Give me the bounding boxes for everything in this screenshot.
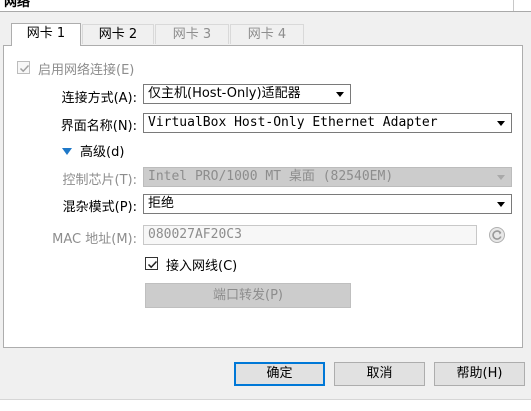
attached-to-label: 连接方式(A): (61, 91, 137, 106)
cancel-button[interactable]: 取消 (334, 362, 425, 386)
tab-label: 网卡 3 (172, 27, 212, 42)
port-forwarding-label: 端口转发(P) (213, 288, 283, 303)
dialog-bottom-strip (0, 399, 531, 411)
advanced-toggle-icon[interactable] (62, 145, 72, 155)
mac-address-value: 080027AF20C3 (148, 227, 242, 242)
refresh-mac-button[interactable] (488, 226, 506, 244)
adapter-chip-value: Intel PRO/1000 MT 桌面 (82540EM) (148, 169, 394, 184)
triangle-down-icon (62, 148, 72, 155)
checkmark-icon (147, 260, 158, 269)
cable-connected-label: 接入网线(C) (166, 259, 238, 274)
attached-to-value: 仅主机(Host-Only)适配器 (148, 86, 301, 101)
dialog-header-title: 网络 (4, 0, 31, 10)
promiscuous-mode-select[interactable]: 拒绝 (143, 194, 512, 214)
adapter-name-value: VirtualBox Host-Only Ethernet Adapter (148, 115, 438, 130)
adapter-name-label: 界面名称(N): (60, 119, 137, 134)
enable-adapter-label: 启用网络连接(E) (38, 63, 135, 78)
tab-adapter-3[interactable]: 网卡 3 (155, 24, 229, 44)
cable-connected-checkbox[interactable] (145, 257, 158, 270)
promiscuous-mode-value: 拒绝 (148, 196, 175, 211)
mac-address-field[interactable]: 080027AF20C3 (143, 225, 477, 245)
help-button[interactable]: 帮助(H) (434, 362, 525, 386)
tab-label: 网卡 1 (26, 26, 66, 41)
chevron-down-icon (497, 121, 505, 126)
port-forwarding-button[interactable]: 端口转发(P) (145, 283, 351, 308)
attached-to-select[interactable]: 仅主机(Host-Only)适配器 (143, 84, 351, 104)
tab-label: 网卡 4 (247, 27, 287, 42)
checkmark-icon (19, 64, 30, 73)
chevron-down-icon (497, 202, 505, 207)
enable-adapter-checkbox[interactable] (17, 61, 30, 74)
ok-button[interactable]: 确定 (234, 362, 325, 386)
chevron-down-icon (336, 92, 344, 97)
chevron-down-icon (497, 175, 505, 180)
ok-button-label: 确定 (266, 366, 293, 381)
help-button-label: 帮助(H) (456, 366, 503, 381)
dialog-header-strip: 网络 (0, 0, 531, 12)
refresh-icon (489, 227, 505, 243)
header-divider (513, 0, 514, 11)
tab-adapter-2[interactable]: 网卡 2 (82, 24, 154, 44)
mac-address-label: MAC 地址(M): (52, 232, 137, 247)
cancel-button-label: 取消 (366, 366, 393, 381)
tab-adapter-4[interactable]: 网卡 4 (230, 24, 304, 44)
adapter-chip-label: 控制芯片(T): (62, 173, 137, 188)
adapter-name-select[interactable]: VirtualBox Host-Only Ethernet Adapter (143, 113, 512, 133)
promiscuous-mode-label: 混杂模式(P): (62, 200, 137, 215)
tab-label: 网卡 2 (98, 27, 138, 42)
tab-adapter-1[interactable]: 网卡 1 (11, 23, 81, 46)
adapter-chip-select[interactable]: Intel PRO/1000 MT 桌面 (82540EM) (143, 167, 512, 187)
advanced-toggle-label[interactable]: 高级(d) (80, 141, 124, 160)
